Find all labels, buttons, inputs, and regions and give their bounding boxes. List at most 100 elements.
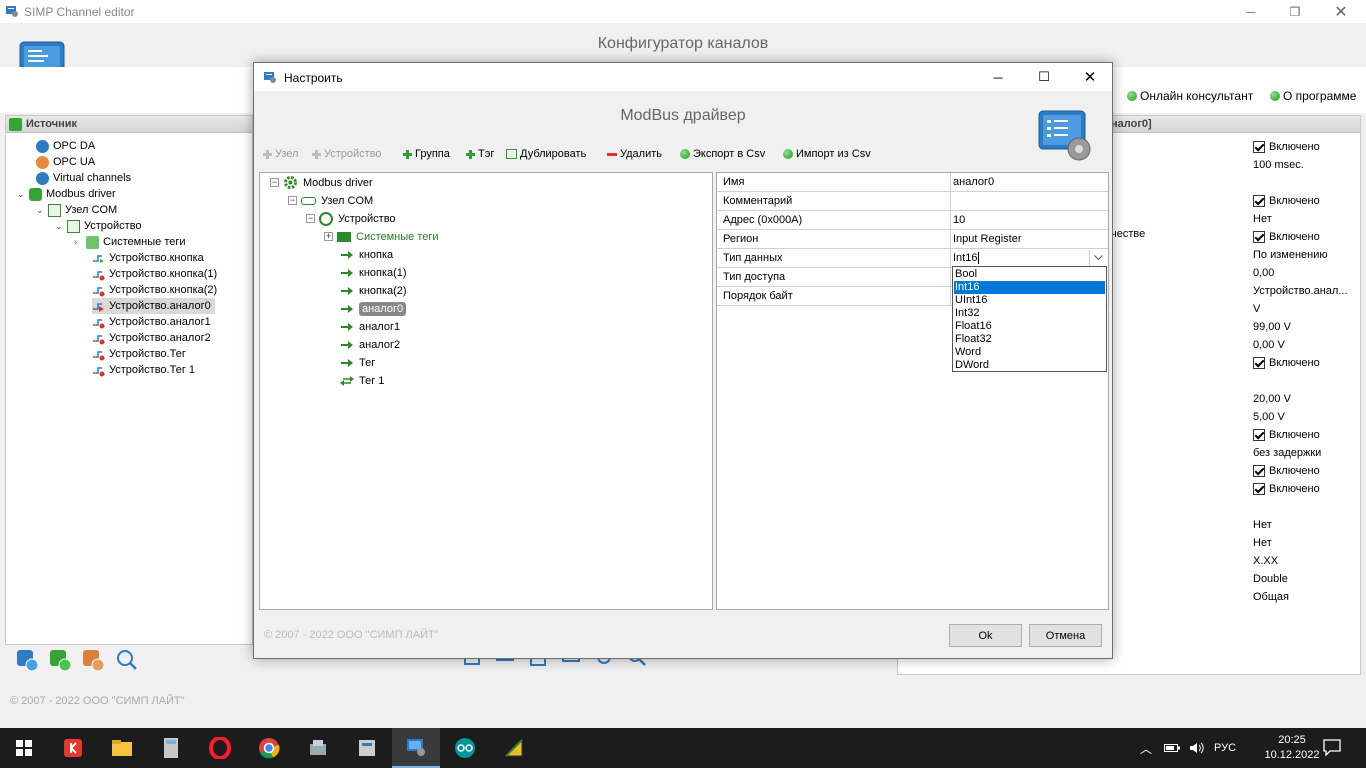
checkbox-checked[interactable] bbox=[1253, 195, 1265, 207]
delete-button[interactable]: Удалить bbox=[607, 148, 662, 160]
tree-item-tag[interactable]: кнопка(1) bbox=[340, 264, 407, 281]
tree-item-tag[interactable]: кнопка(2) bbox=[340, 282, 407, 299]
checkbox-checked[interactable] bbox=[1253, 465, 1265, 477]
maximize-button[interactable]: ☐ bbox=[1021, 63, 1067, 91]
property-value-row[interactable]: Нет bbox=[1253, 516, 1272, 534]
add-tag-button[interactable]: Тэг bbox=[466, 148, 494, 160]
tree-item-device[interactable]: ⌄ Устройство bbox=[55, 218, 142, 234]
minimize-button[interactable]: ─ bbox=[1228, 0, 1274, 23]
property-value-row[interactable]: Включено bbox=[1253, 480, 1320, 498]
tree-item-tag[interactable]: кнопка bbox=[340, 246, 393, 263]
property-value-row[interactable]: Включено bbox=[1253, 426, 1320, 444]
app-taskbar-item[interactable] bbox=[490, 728, 538, 768]
property-value-row[interactable]: Double bbox=[1253, 570, 1288, 588]
about-link[interactable]: О программе bbox=[1270, 89, 1356, 103]
property-value-row[interactable]: Включено bbox=[1253, 138, 1320, 156]
tree-item-tag-selected[interactable]: аналог0 bbox=[340, 300, 407, 317]
property-value-row[interactable]: Устройство.анал... bbox=[1253, 282, 1348, 300]
property-value-row[interactable]: По изменению bbox=[1253, 246, 1328, 264]
arduino-taskbar-item[interactable] bbox=[441, 728, 489, 768]
property-value-row[interactable]: Включено bbox=[1253, 192, 1320, 210]
restore-button[interactable]: ❐ bbox=[1272, 0, 1318, 23]
property-value-row[interactable]: Включено bbox=[1253, 462, 1320, 480]
close-button[interactable]: ✕ bbox=[1067, 63, 1113, 91]
tree-item-system-tags[interactable]: + Системные теги bbox=[324, 228, 439, 245]
start-button[interactable] bbox=[0, 728, 48, 768]
dropdown-option[interactable]: Float16 bbox=[954, 320, 1105, 333]
duplicate-button[interactable]: Дублировать bbox=[506, 148, 586, 160]
add-device-button[interactable]: Устройство bbox=[312, 148, 382, 160]
property-value-row[interactable]: 20,00 V bbox=[1253, 390, 1291, 408]
yandex-browser-taskbar-item[interactable] bbox=[49, 728, 97, 768]
opera-taskbar-item[interactable] bbox=[196, 728, 244, 768]
dropdown-option[interactable]: DWord bbox=[954, 359, 1105, 372]
property-value-row[interactable]: Включено bbox=[1253, 354, 1320, 372]
app-taskbar-item[interactable] bbox=[343, 728, 391, 768]
tree-item-tag[interactable]: Устройство.аналог2 bbox=[92, 330, 211, 346]
property-value-row[interactable]: Общая bbox=[1253, 588, 1289, 606]
cancel-button[interactable]: Отмена bbox=[1029, 624, 1102, 647]
dropdown-option[interactable]: Int32 bbox=[954, 307, 1105, 320]
add-virtual-source-icon[interactable] bbox=[15, 648, 39, 672]
property-value-row[interactable]: Нет bbox=[1253, 534, 1272, 552]
tree-item-modbus-driver[interactable]: ⌄ Modbus driver bbox=[17, 186, 116, 202]
dropdown-option[interactable]: Word bbox=[954, 346, 1105, 359]
chevron-up-icon[interactable]: ︿ bbox=[1140, 740, 1152, 757]
notifications-icon[interactable] bbox=[1322, 738, 1344, 758]
data-type-dropdown-button[interactable] bbox=[1089, 250, 1106, 266]
file-explorer-taskbar-item[interactable] bbox=[98, 728, 146, 768]
tree-item-tag[interactable]: Устройство.Тег bbox=[92, 346, 186, 362]
minimize-button[interactable]: ─ bbox=[975, 63, 1021, 91]
checkbox-checked[interactable] bbox=[1253, 357, 1265, 369]
chrome-taskbar-item[interactable] bbox=[245, 728, 293, 768]
dropdown-option[interactable]: Bool bbox=[954, 268, 1105, 281]
add-modbus-source-icon[interactable] bbox=[48, 648, 72, 672]
export-csv-button[interactable]: Экспорт в Csv bbox=[680, 148, 765, 160]
data-type-combo-input[interactable]: Int16 bbox=[953, 252, 980, 264]
tree-item-tag[interactable]: Устройство.Тег 1 bbox=[92, 362, 195, 378]
dropdown-option[interactable]: Float32 bbox=[954, 333, 1105, 346]
property-value-row[interactable]: Нет bbox=[1253, 210, 1272, 228]
property-row-address[interactable]: Адрес (0x000A) 10 bbox=[717, 211, 1108, 230]
app-taskbar-item[interactable] bbox=[294, 728, 342, 768]
checkbox-checked[interactable] bbox=[1253, 141, 1265, 153]
search-icon[interactable] bbox=[115, 648, 139, 672]
tree-item-node-com[interactable]: ⌄ Узел COM bbox=[36, 202, 117, 218]
tree-item-tag[interactable]: аналог1 bbox=[340, 318, 400, 335]
tree-item-virtual-channels[interactable]: Virtual channels bbox=[36, 170, 131, 186]
tree-item-tag[interactable]: Тег bbox=[340, 354, 375, 371]
tree-item-device[interactable]: − Устройство bbox=[306, 210, 396, 227]
tree-item-system-tags[interactable]: › Системные теги bbox=[74, 234, 186, 250]
tree-item-node-com[interactable]: − Узел COM bbox=[288, 192, 373, 209]
property-value-row[interactable]: 99,00 V bbox=[1253, 318, 1291, 336]
add-node-button[interactable]: Узел bbox=[263, 148, 298, 160]
tree-item-tag-selected[interactable]: Устройство.аналог0 bbox=[92, 298, 215, 314]
clock[interactable]: 20:25 10.12.2022 bbox=[1262, 733, 1322, 763]
property-value-row[interactable]: Включено bbox=[1253, 228, 1320, 246]
volume-icon[interactable] bbox=[1189, 742, 1205, 754]
checkbox-checked[interactable] bbox=[1253, 483, 1265, 495]
tree-item-tag[interactable]: аналог2 bbox=[340, 336, 400, 353]
checkbox-checked[interactable] bbox=[1253, 429, 1265, 441]
language-indicator[interactable]: РУС bbox=[1214, 742, 1236, 754]
tree-item-opc-da[interactable]: OPC DA bbox=[36, 138, 95, 154]
add-group-button[interactable]: Группа bbox=[403, 148, 450, 160]
property-value-row[interactable]: 5,00 V bbox=[1253, 408, 1285, 426]
checkbox-checked[interactable] bbox=[1253, 231, 1265, 243]
battery-icon[interactable] bbox=[1164, 743, 1181, 753]
simp-channel-editor-taskbar-item[interactable] bbox=[392, 728, 440, 768]
property-value-row[interactable]: 0,00 bbox=[1253, 264, 1274, 282]
close-button[interactable]: ✕ bbox=[1318, 0, 1364, 23]
import-csv-button[interactable]: Импорт из Csv bbox=[783, 148, 871, 160]
property-row-region[interactable]: Регион Input Register bbox=[717, 230, 1108, 249]
tree-item-tag[interactable]: Устройство.кнопка bbox=[92, 250, 204, 266]
ok-button[interactable]: Ok bbox=[949, 624, 1022, 647]
dropdown-option[interactable]: UInt16 bbox=[954, 294, 1105, 307]
add-opc-ua-source-icon[interactable] bbox=[81, 648, 105, 672]
tree-item-tag[interactable]: Устройство.аналог1 bbox=[92, 314, 211, 330]
dropdown-option[interactable]: Int16 bbox=[954, 281, 1105, 294]
property-value-row[interactable]: 0,00 V bbox=[1253, 336, 1285, 354]
calculator-taskbar-item[interactable] bbox=[147, 728, 195, 768]
tree-item-tag[interactable]: Тег 1 bbox=[340, 372, 384, 389]
tree-item-opc-ua[interactable]: OPC UA bbox=[36, 154, 95, 170]
